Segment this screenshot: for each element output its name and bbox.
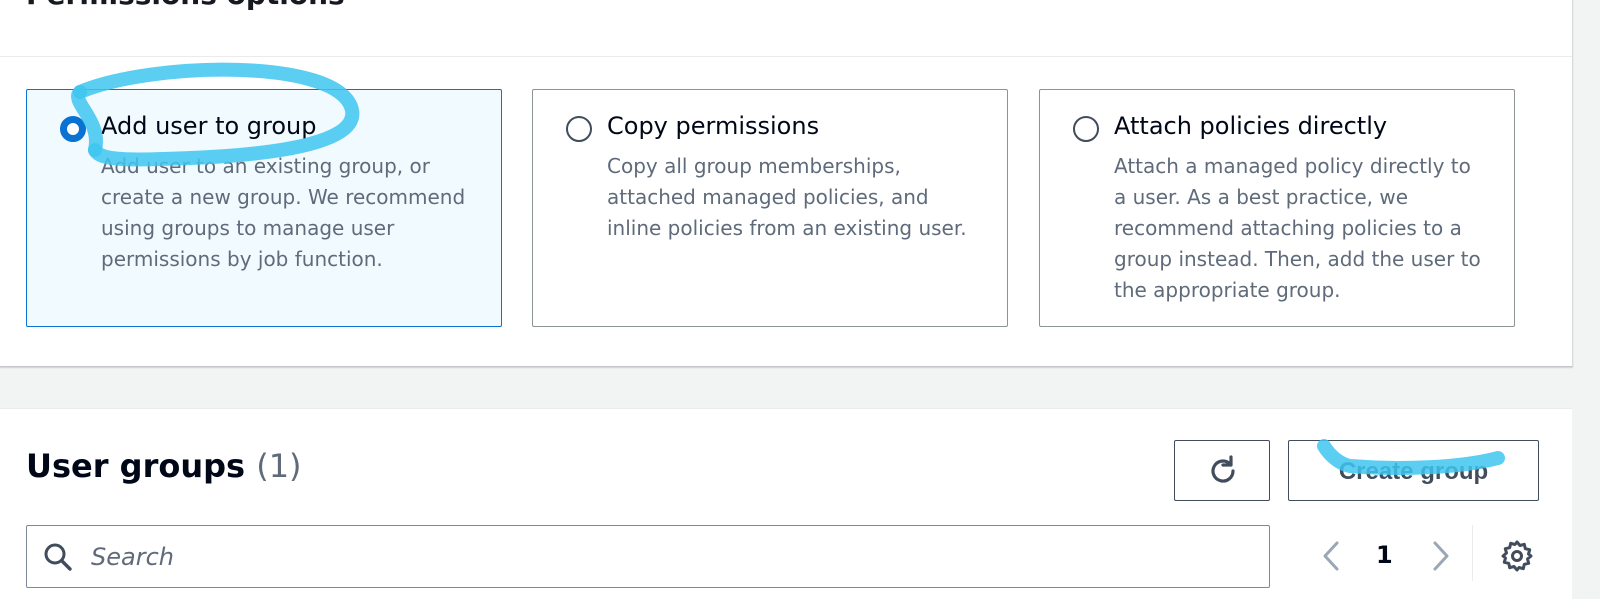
refresh-button[interactable] — [1174, 440, 1270, 501]
page-number[interactable]: 1 — [1376, 541, 1393, 569]
tile-title: Copy permissions — [607, 112, 820, 140]
permissions-options-panel: Permissions options Add user to group Ad… — [0, 0, 1573, 367]
tile-description: Attach a managed policy directly to a us… — [1114, 154, 1481, 302]
tile-description: Copy all group memberships, attached man… — [607, 154, 967, 240]
tile-attach-policies-directly[interactable]: Attach policies directly Attach a manage… — [1039, 89, 1515, 327]
create-group-button[interactable]: Create group — [1288, 440, 1539, 501]
panel-title: Permissions options — [26, 0, 345, 11]
tile-description: Add user to an existing group, or create… — [101, 154, 466, 271]
gear-icon[interactable] — [1500, 539, 1534, 573]
search-box — [26, 525, 1270, 588]
radio-attach-policies-directly[interactable] — [1073, 116, 1099, 142]
tile-title: Attach policies directly — [1114, 112, 1388, 140]
tile-copy-permissions[interactable]: Copy permissions Copy all group membersh… — [532, 89, 1008, 327]
user-groups-heading: User groups (1) — [26, 447, 302, 485]
tile-add-user-to-group[interactable]: Add user to group Add user to an existin… — [26, 89, 502, 327]
user-groups-panel: User groups (1) Create group 1 — [0, 408, 1572, 599]
radio-add-user-to-group[interactable] — [60, 116, 86, 142]
divider — [1472, 525, 1473, 581]
refresh-icon — [1211, 455, 1235, 483]
radio-copy-permissions[interactable] — [566, 116, 592, 142]
tile-title: Add user to group — [101, 112, 317, 140]
divider — [0, 56, 1572, 57]
user-groups-count: (1) — [256, 447, 302, 485]
search-input[interactable] — [89, 534, 1253, 580]
user-groups-title: User groups — [26, 447, 246, 485]
search-icon — [44, 543, 72, 571]
chevron-left-icon[interactable] — [1318, 539, 1346, 573]
chevron-right-icon[interactable] — [1426, 539, 1454, 573]
